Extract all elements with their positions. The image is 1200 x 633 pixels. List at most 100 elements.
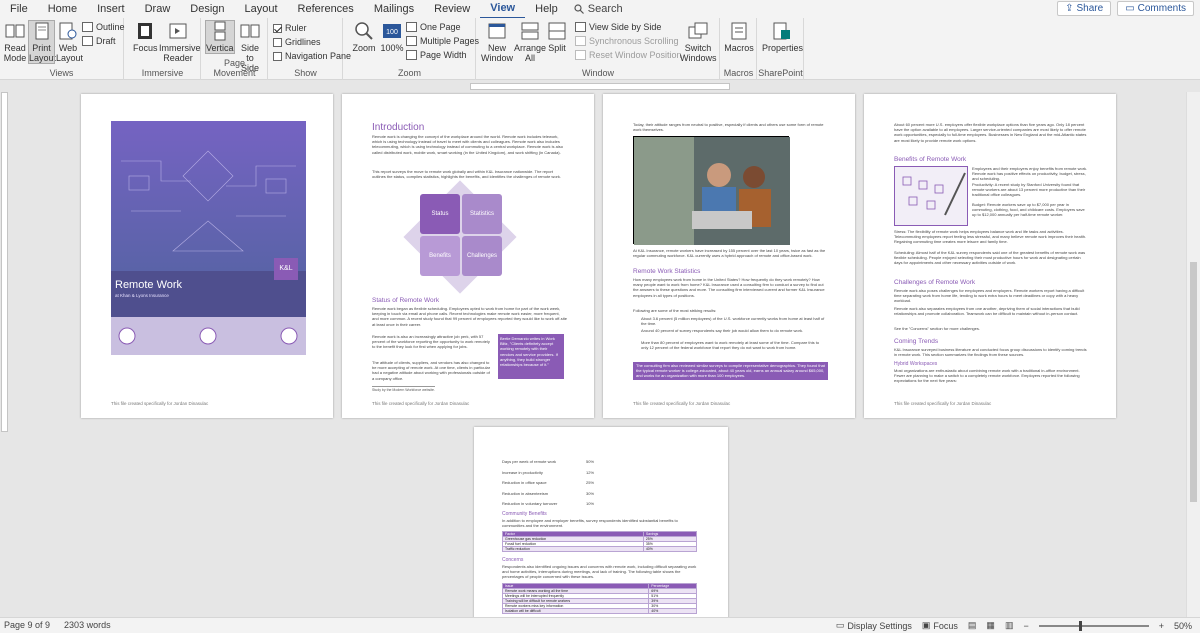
split-button[interactable]: Split bbox=[545, 21, 569, 53]
tab-review[interactable]: Review bbox=[424, 0, 480, 18]
switch-windows-label: Switch Windows bbox=[680, 43, 717, 63]
sharepoint-properties-icon bbox=[770, 21, 792, 41]
vertical-ruler[interactable] bbox=[0, 92, 9, 617]
tab-layout[interactable]: Layout bbox=[235, 0, 288, 18]
page-count[interactable]: Page 9 of 9 bbox=[4, 620, 50, 630]
zoom-100-button[interactable]: 100 100% bbox=[380, 21, 404, 53]
vertical-button[interactable]: Vertical bbox=[205, 20, 236, 54]
tab-view[interactable]: View bbox=[480, 0, 526, 19]
synchronous-scrolling-button[interactable]: Synchronous Scrolling bbox=[575, 36, 679, 46]
word-count[interactable]: 2303 words bbox=[64, 620, 111, 630]
zoom-in-button[interactable]: + bbox=[1159, 621, 1164, 631]
zoom-level[interactable]: 50% bbox=[1174, 621, 1192, 631]
findings-intro: Following are some of the most striking … bbox=[633, 308, 717, 313]
challenges-paragraph-2: Remote work also separates employees fro… bbox=[894, 306, 1080, 317]
cover-art bbox=[111, 121, 306, 355]
page-statistics[interactable]: Today, their attitude ranges from neutra… bbox=[603, 94, 855, 418]
sync-scroll-icon bbox=[575, 36, 586, 46]
tab-help[interactable]: Help bbox=[525, 0, 568, 18]
comment-icon: ▭ bbox=[1125, 3, 1135, 14]
tab-home[interactable]: Home bbox=[38, 0, 87, 18]
switch-windows-button[interactable]: Switch Windows bbox=[680, 21, 717, 63]
highlight-paragraph: The consulting firm also reviewed simila… bbox=[633, 362, 828, 380]
web-layout-view-icon[interactable]: ▥ bbox=[1005, 620, 1014, 631]
tab-design[interactable]: Design bbox=[180, 0, 234, 18]
view-side-by-side-button[interactable]: View Side by Side bbox=[575, 22, 661, 32]
page-introduction[interactable]: Introduction Remote work is changing the… bbox=[342, 94, 594, 418]
outline-button[interactable]: Outline bbox=[82, 22, 125, 32]
coming-trends-paragraph: K&L Insurance surveyed business literatu… bbox=[894, 347, 1087, 358]
properties-button[interactable]: Properties bbox=[762, 21, 803, 53]
globe-page-icon bbox=[57, 21, 79, 41]
table-cell: Isolation will be difficult bbox=[501, 608, 650, 614]
navigation-pane-checkbox[interactable]: Navigation Pane bbox=[273, 51, 351, 61]
print-layout-view-icon[interactable]: ▦ bbox=[986, 620, 995, 631]
navigation-pane-label: Navigation Pane bbox=[285, 51, 352, 61]
reset-window-position-button[interactable]: Reset Window Position bbox=[575, 50, 682, 60]
outline-icon bbox=[82, 22, 93, 32]
tab-draw[interactable]: Draw bbox=[135, 0, 181, 18]
concerns-table: Issue Percentage Remote work means workin… bbox=[501, 583, 697, 614]
new-window-button[interactable]: New Window bbox=[481, 21, 513, 63]
arrange-all-icon bbox=[519, 21, 541, 41]
tab-insert[interactable]: Insert bbox=[87, 0, 135, 18]
reset-window-icon bbox=[575, 50, 586, 60]
multiple-pages-button[interactable]: Multiple Pages bbox=[406, 36, 479, 46]
benefit-productivity: Productivity: A recent study by Stanford… bbox=[972, 182, 1086, 198]
multiple-pages-label: Multiple Pages bbox=[420, 36, 480, 46]
one-page-button[interactable]: One Page bbox=[406, 22, 461, 32]
arrange-all-button[interactable]: Arrange All bbox=[514, 21, 546, 63]
print-layout-label: Print Layout bbox=[29, 43, 57, 63]
ribbon: Read Mode Print Layout Web Layout Outlin… bbox=[0, 18, 1200, 80]
page-width-icon bbox=[406, 50, 417, 60]
ruler-check-icon bbox=[273, 23, 282, 33]
gridlines-checkbox[interactable]: Gridlines bbox=[273, 37, 321, 47]
scrollbar-thumb[interactable] bbox=[1190, 262, 1197, 502]
page-width-button[interactable]: Page Width bbox=[406, 50, 467, 60]
immersive-reader-label: Immersive Reader bbox=[159, 43, 201, 63]
page-footer: This file created specifically for Jorda… bbox=[111, 401, 209, 406]
page-benefits[interactable]: About 60 percent more U.S. employers off… bbox=[864, 94, 1116, 418]
vertical-pages-icon bbox=[209, 21, 231, 41]
vertical-scrollbar[interactable] bbox=[1186, 92, 1200, 617]
tell-me-search[interactable]: Search bbox=[574, 3, 623, 15]
macros-button[interactable]: Macros bbox=[724, 21, 754, 53]
zoom-button[interactable]: Zoom bbox=[350, 21, 378, 53]
sync-scrolling-label: Synchronous Scrolling bbox=[589, 36, 679, 46]
tab-mailings[interactable]: Mailings bbox=[364, 0, 424, 18]
focus-mode-button[interactable]: ▣ Focus bbox=[922, 620, 958, 631]
page-cover[interactable]: Remote Work at Khan & Lyons Insurance K&… bbox=[81, 94, 333, 418]
benefit-stress: Stress: The flexibility of remote work h… bbox=[894, 229, 1087, 245]
zoom-slider-knob[interactable] bbox=[1078, 620, 1082, 631]
zoom-label: Zoom bbox=[352, 43, 376, 53]
tab-references[interactable]: References bbox=[288, 0, 364, 18]
comments-button[interactable]: ▭ Comments bbox=[1117, 1, 1194, 16]
tab-file[interactable]: File bbox=[0, 0, 38, 18]
zoom-slider[interactable] bbox=[1038, 620, 1149, 631]
share-label: Share bbox=[1076, 3, 1104, 14]
focus-button[interactable]: Focus bbox=[133, 21, 158, 53]
share-button[interactable]: ⇪ Share bbox=[1057, 1, 1112, 16]
expectations-values: 50% 12% 25% 30% 10% bbox=[586, 457, 616, 510]
horizontal-ruler[interactable] bbox=[0, 81, 1200, 92]
document-canvas[interactable]: Remote Work at Khan & Lyons Insurance K&… bbox=[9, 92, 1186, 617]
web-layout-button[interactable]: Web Layout bbox=[56, 21, 83, 63]
zoom-out-button[interactable]: − bbox=[1023, 621, 1028, 631]
ruler-checkbox[interactable]: Ruler bbox=[273, 23, 307, 33]
draft-button[interactable]: Draft bbox=[82, 36, 116, 46]
read-mode-button[interactable]: Read Mode bbox=[3, 21, 27, 63]
hybrid-paragraph: Most organizations are enthusiastic abou… bbox=[894, 368, 1080, 384]
print-layout-button[interactable]: Print Layout bbox=[28, 20, 57, 64]
display-settings-button[interactable]: ▭ Display Settings bbox=[836, 620, 912, 631]
group-page-movement: Vertical Side to Side Page Movement bbox=[202, 18, 268, 80]
side-pages-icon bbox=[239, 21, 261, 41]
coming-trends-heading: Coming Trends bbox=[894, 338, 939, 345]
immersive-reader-button[interactable]: Immersive Reader bbox=[159, 21, 201, 63]
intro-paragraph-1: Remote work is changing the concept of t… bbox=[372, 134, 563, 155]
draft-icon bbox=[82, 36, 93, 46]
expectation-value-2: 12% bbox=[586, 469, 595, 475]
benefits-paragraph: Employees and their employers enjoy bene… bbox=[972, 166, 1088, 182]
read-mode-view-icon[interactable]: ▤ bbox=[968, 620, 977, 631]
page-community[interactable]: Days per week of remote work Increase in… bbox=[474, 427, 728, 617]
concerns-heading: Concerns bbox=[502, 557, 524, 563]
